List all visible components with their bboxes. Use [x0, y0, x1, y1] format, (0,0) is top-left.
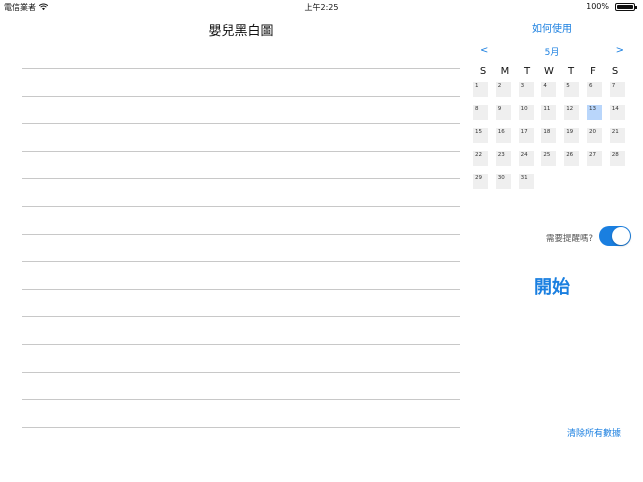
calendar-day[interactable]: 18 [541, 128, 557, 143]
calendar-day[interactable]: 16 [495, 128, 511, 143]
next-month-button[interactable]: > [616, 45, 624, 56]
start-button[interactable]: 開始 [506, 273, 598, 299]
battery-icon [615, 3, 637, 11]
list-row-divider [22, 371, 460, 373]
list-row-divider [22, 178, 460, 180]
calendar-day[interactable]: 21 [609, 128, 625, 143]
calendar-day[interactable]: 19 [564, 128, 580, 143]
toggle-knob [612, 227, 630, 245]
weekday-label: F [590, 66, 596, 77]
calendar-day[interactable]: 17 [518, 128, 534, 143]
calendar-day[interactable]: 13 [587, 105, 602, 120]
calendar-day[interactable]: 22 [473, 151, 488, 166]
calendar-day[interactable]: 20 [587, 128, 602, 143]
calendar-day[interactable]: 1 [473, 82, 488, 97]
calendar-day[interactable]: 8 [473, 105, 488, 120]
weekday-label: W [544, 66, 554, 77]
calendar-day[interactable]: 4 [541, 82, 557, 97]
list-row-divider [22, 399, 460, 401]
calendar-day[interactable]: 9 [495, 105, 511, 120]
list-row-divider [22, 123, 460, 125]
list-row-divider [22, 426, 460, 428]
weekday-label: S [611, 66, 619, 77]
month-label: 5月 [544, 48, 560, 58]
calendar-day[interactable]: 23 [495, 151, 511, 166]
weekday-label: T [567, 66, 575, 77]
calendar-day[interactable]: 24 [518, 151, 534, 166]
calendar-day[interactable]: 2 [495, 82, 511, 97]
calendar-day[interactable]: 27 [587, 151, 602, 166]
weekday-label: M [500, 66, 510, 77]
calendar-day[interactable]: 14 [609, 105, 625, 120]
status-time: 上午2:25 [304, 3, 339, 12]
calendar-day[interactable]: 11 [541, 105, 557, 120]
calendar-day[interactable]: 25 [541, 151, 557, 166]
battery-percentage: 100% [586, 2, 609, 11]
calendar-day[interactable]: 15 [473, 128, 488, 143]
list-row-divider [22, 316, 460, 318]
weekday-header: SMTWTFS [472, 66, 626, 77]
calendar-day[interactable]: 10 [518, 105, 534, 120]
list-row-divider [22, 150, 460, 152]
weekday-label: S [479, 66, 487, 77]
list-row-divider [22, 261, 460, 263]
calendar-day[interactable]: 12 [564, 105, 580, 120]
calendar-day[interactable]: 31 [518, 174, 534, 189]
calendar-day[interactable]: 29 [473, 174, 488, 189]
calendar-day[interactable]: 28 [609, 151, 625, 166]
list-row-divider [22, 205, 460, 207]
weekday-label: T [523, 66, 531, 77]
calendar-day[interactable]: 7 [609, 82, 625, 97]
list-row-divider [22, 95, 460, 97]
reminder-toggle[interactable] [599, 226, 631, 246]
calendar-day[interactable]: 30 [495, 174, 511, 189]
list-row-divider [22, 343, 460, 345]
calendar-day[interactable]: 6 [587, 82, 602, 97]
reminder-label: 需要提醒嗎? [545, 234, 593, 244]
clear-all-data-button[interactable]: 清除所有數據 [560, 426, 628, 439]
calendar-day[interactable]: 26 [564, 151, 580, 166]
status-bar: 電信業者 上午2:25 100% [0, 0, 643, 14]
calendar-day[interactable]: 3 [518, 82, 534, 97]
list-row-divider [22, 288, 460, 290]
list-row-divider [22, 233, 460, 235]
calendar-day[interactable]: 5 [564, 82, 580, 97]
page-title: 嬰兒黑白圖 [208, 24, 274, 39]
how-to-use-button[interactable]: 如何使用 [466, 20, 638, 35]
list-row-divider [22, 68, 460, 69]
record-list [22, 68, 460, 454]
calendar-header: < 5月 > [466, 45, 638, 59]
